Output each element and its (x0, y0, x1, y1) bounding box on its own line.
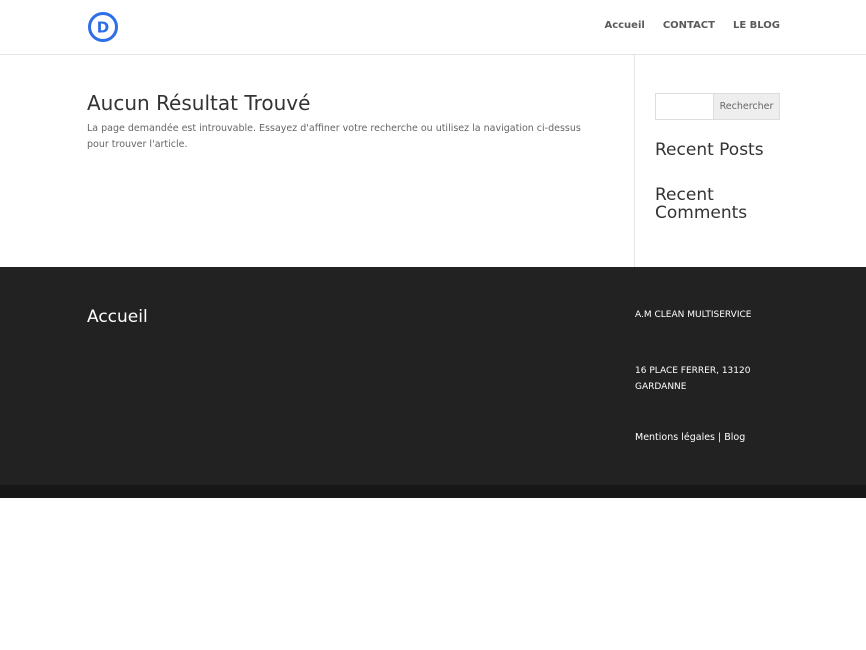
nav-item-accueil[interactable]: Accueil (604, 20, 644, 31)
recent-posts-heading: Recent Posts (655, 140, 764, 160)
footer-link-blog[interactable]: Blog (724, 432, 745, 443)
nav-item-contact[interactable]: CONTACT (663, 20, 715, 31)
divi-logo-icon: D (88, 12, 118, 42)
sidebar-divider (634, 55, 635, 267)
main-nav: Accueil CONTACT LE BLOG (604, 20, 780, 31)
not-found-message: La page demandée est introuvable. Essaye… (87, 123, 581, 150)
site-logo[interactable]: D (87, 11, 119, 43)
footer-link-mentions[interactable]: Mentions légales (635, 432, 715, 443)
site-header: D Accueil CONTACT LE BLOG (0, 0, 866, 55)
footer-links: Mentions légales | Blog (635, 432, 745, 443)
main-content: Aucun Résultat Trouvé La page demandée e… (0, 55, 866, 267)
search-input[interactable] (655, 93, 713, 120)
page-title: Aucun Résultat Trouvé (87, 91, 311, 115)
recent-comments-heading: Recent Comments (655, 185, 748, 223)
footer-address: 16 PLACE FERRER, 13120 GARDANNE (635, 366, 751, 392)
search-button[interactable]: Rechercher (713, 93, 780, 120)
footer-bottom-bar (0, 485, 866, 498)
search-form: Rechercher (655, 93, 780, 120)
logo-letter: D (97, 19, 109, 37)
footer-company-name: A.M CLEAN MULTISERVICE (635, 310, 752, 320)
site-footer: Accueil A.M CLEAN MULTISERVICE 16 PLACE … (0, 267, 866, 485)
nav-item-blog[interactable]: LE BLOG (733, 20, 780, 31)
footer-title: Accueil (87, 307, 148, 327)
footer-link-separator: | (718, 432, 722, 443)
